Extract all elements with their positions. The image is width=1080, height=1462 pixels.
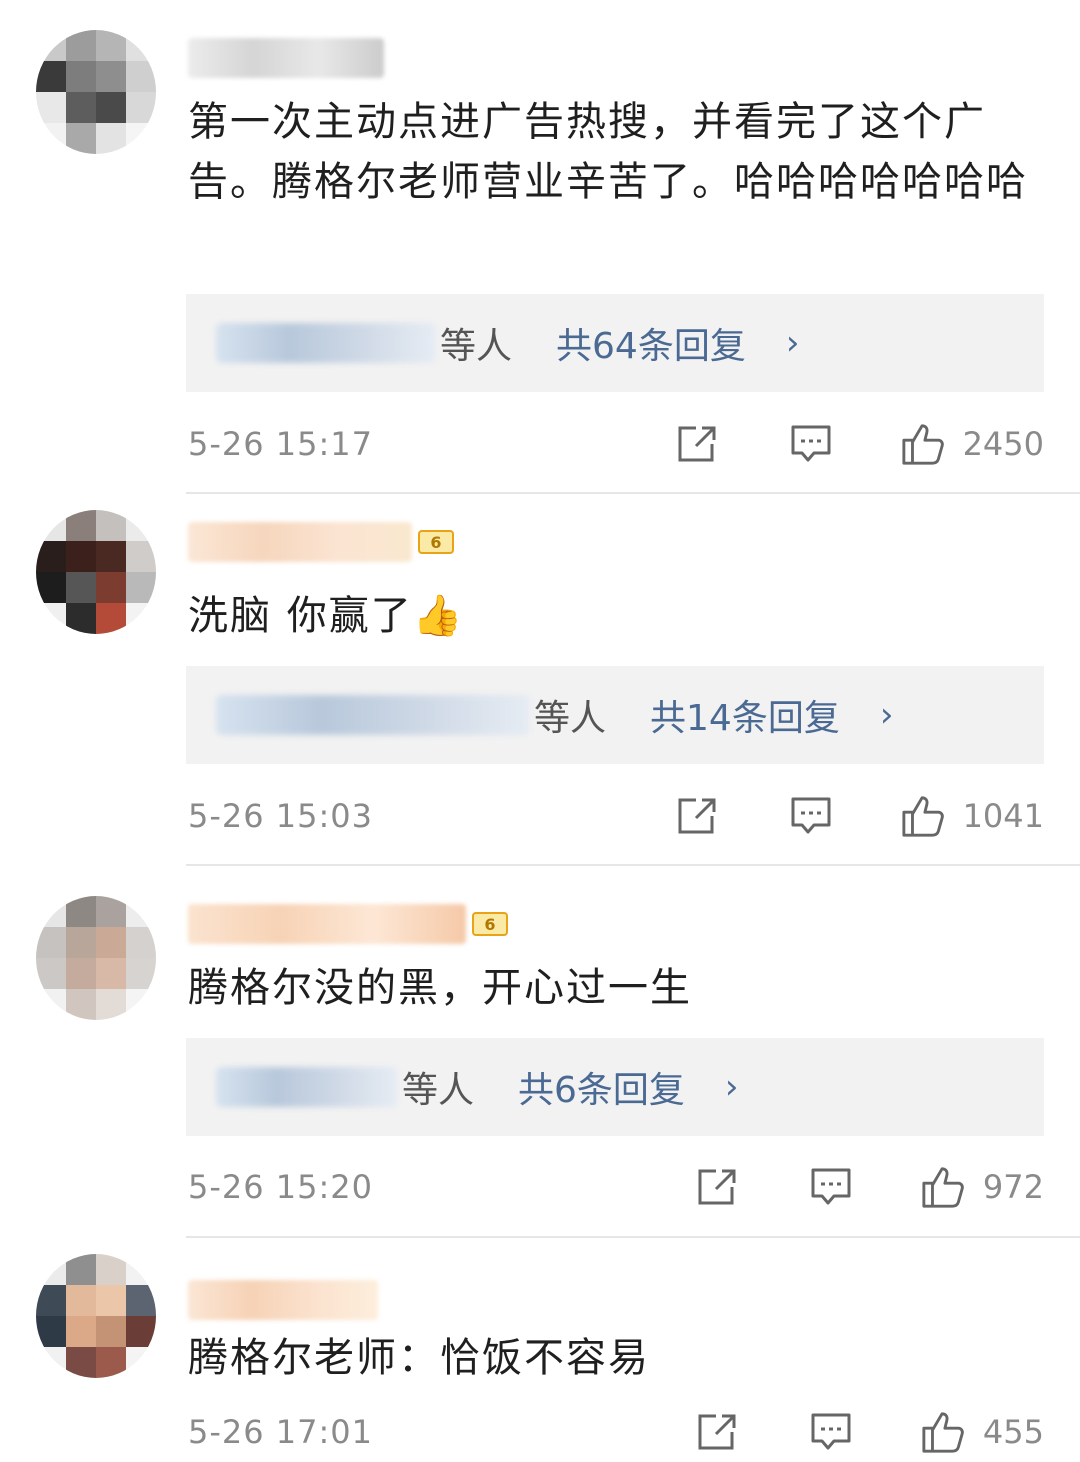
comment-text: 腾格尔老师：恰饭不容易 [188,1335,650,1381]
like-count: 2450 [962,425,1044,463]
comment-icon[interactable] [809,1410,853,1454]
username[interactable] [188,1276,378,1324]
comment-text: 第一次主动点进广告热搜，并看完了这个广告。腾格尔老师营业辛苦了。哈哈哈哈哈哈哈 [188,99,1028,205]
divider [186,864,1080,866]
replies-count-link[interactable]: 共64条回复 [556,317,746,369]
comment-meta: 5-26 15:17 2450 [188,414,1044,474]
avatar[interactable] [36,30,156,154]
replies-count-link[interactable]: 共14条回复 [650,689,840,741]
like-count: 455 [982,1413,1044,1451]
replies-preview[interactable]: 等人 共6条回复 › [186,1038,1044,1136]
timestamp: 5-26 15:03 [188,797,374,835]
timestamp: 5-26 15:17 [188,425,374,463]
thumbs-up-icon[interactable] [921,1410,965,1454]
thumbs-up-icon[interactable] [901,794,945,838]
avatar[interactable] [36,896,156,1020]
divider [186,492,1080,494]
comment-meta: 5-26 15:03 1041 [188,786,1044,846]
reply-names-blurred [216,1067,398,1107]
thumbs-up-icon[interactable] [921,1165,965,1209]
share-icon[interactable] [695,1410,739,1454]
share-icon[interactable] [675,794,719,838]
comment-icon[interactable] [789,794,833,838]
username[interactable]: 6 [188,900,508,948]
comment-icon[interactable] [809,1165,853,1209]
avatar[interactable] [36,1254,156,1378]
username[interactable] [188,34,384,82]
chevron-right-icon: › [724,1067,739,1107]
comment-meta: 5-26 17:01 455 [188,1402,1044,1462]
reply-names-blurred [216,695,530,735]
replies-preview[interactable]: 等人 共64条回复 › [186,294,1044,392]
level-badge: 6 [472,912,508,936]
share-icon[interactable] [695,1165,739,1209]
thumbs-up-icon[interactable] [901,422,945,466]
replies-suffix: 等人 [534,698,607,739]
chevron-right-icon: › [879,695,894,735]
replies-suffix: 等人 [440,326,513,367]
comment-meta: 5-26 15:20 972 [188,1157,1044,1217]
username[interactable]: 6 [188,518,454,566]
comment-icon[interactable] [789,422,833,466]
avatar[interactable] [36,510,156,634]
replies-suffix: 等人 [402,1070,475,1111]
like-count: 1041 [962,797,1044,835]
divider [186,1236,1080,1238]
comment-text: 腾格尔没的黑，开心过一生 [188,965,692,1011]
share-icon[interactable] [675,422,719,466]
level-badge: 6 [418,530,454,554]
reply-names-blurred [216,323,436,363]
comment-text: 洗脑 你赢了👍 [188,593,465,639]
like-count: 972 [982,1168,1044,1206]
timestamp: 5-26 17:01 [188,1413,374,1451]
timestamp: 5-26 15:20 [188,1168,374,1206]
chevron-right-icon: › [785,323,800,363]
replies-preview[interactable]: 等人 共14条回复 › [186,666,1044,764]
replies-count-link[interactable]: 共6条回复 [518,1061,685,1113]
